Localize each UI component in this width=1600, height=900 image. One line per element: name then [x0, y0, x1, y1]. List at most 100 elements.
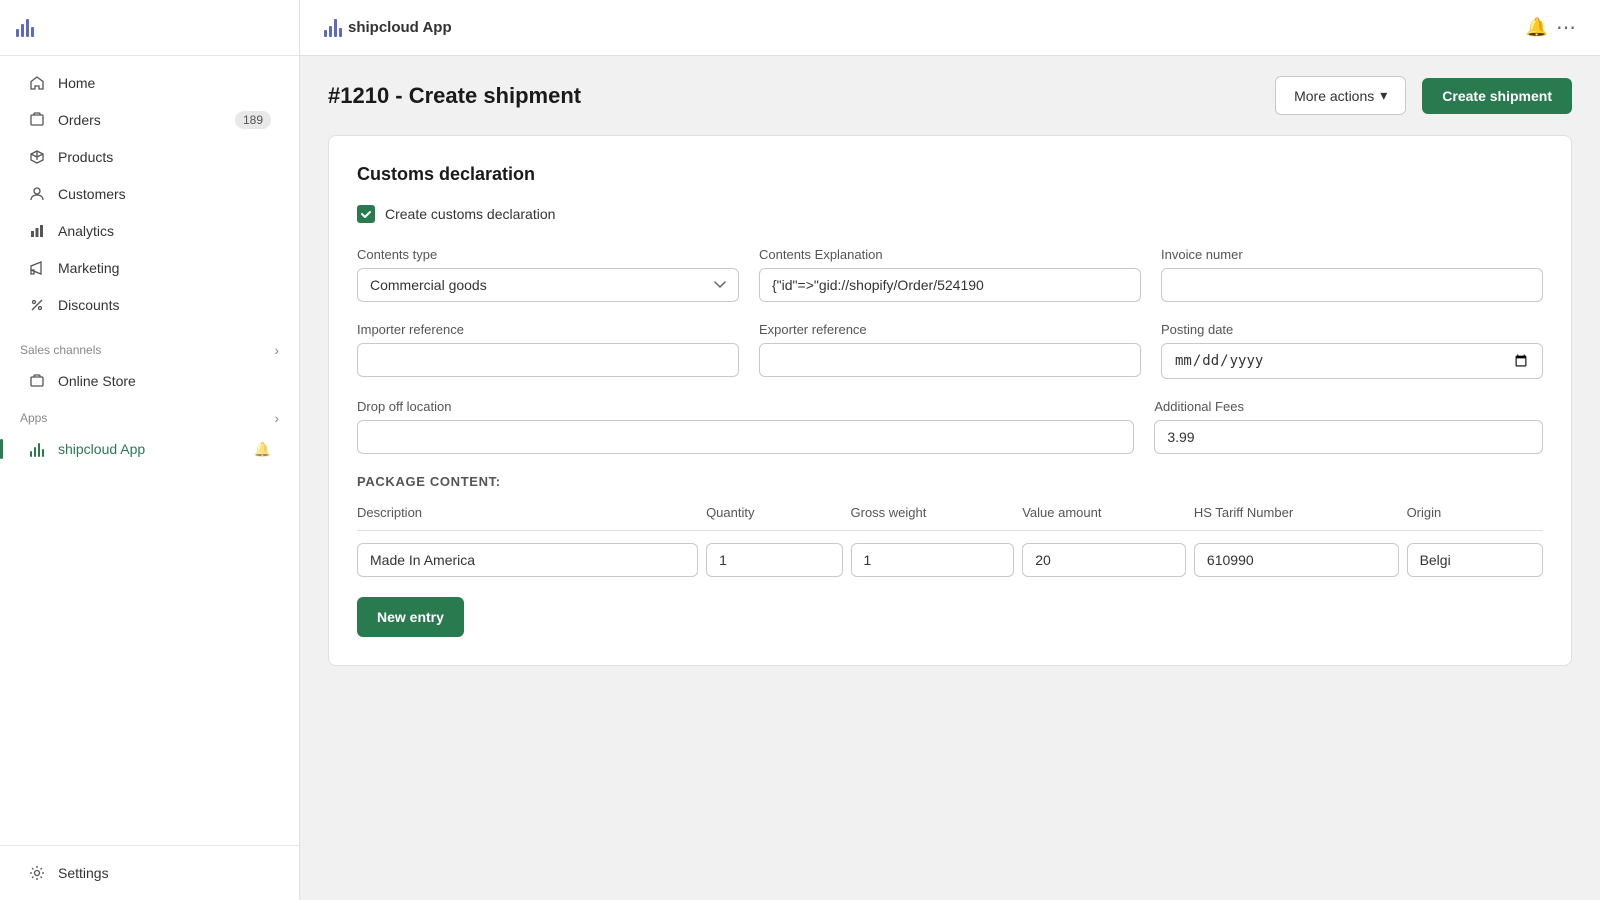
apps-label: Apps	[20, 411, 47, 425]
importer-reference-label: Importer reference	[357, 322, 739, 337]
row-quantity-input[interactable]	[706, 543, 842, 577]
sidebar-item-customers-label: Customers	[58, 186, 126, 202]
chevron-down-icon: ▾	[1380, 87, 1387, 104]
topbar-logo: shipcloud App	[324, 19, 452, 37]
sidebar-item-analytics[interactable]: Analytics	[8, 213, 291, 249]
home-icon	[28, 74, 46, 92]
row-hs-tariff-input[interactable]	[1194, 543, 1399, 577]
create-shipment-label: Create shipment	[1442, 88, 1552, 104]
package-table-header: Description Quantity Gross weight Value …	[357, 505, 1543, 531]
sidebar-item-shipcloud[interactable]: shipcloud App 🔔	[8, 431, 291, 467]
topbar: shipcloud App 🔔 ⋯	[300, 0, 1600, 56]
exporter-reference-input[interactable]	[759, 343, 1141, 377]
form-row-1: Contents type Commercial goods Documents…	[357, 247, 1543, 302]
new-entry-label: New entry	[377, 609, 444, 625]
row-value-amount-input[interactable]	[1022, 543, 1186, 577]
col-quantity: Quantity	[706, 505, 842, 520]
analytics-icon	[28, 222, 46, 240]
apps-chevron[interactable]: ›	[274, 410, 279, 426]
additional-fees-input[interactable]	[1154, 420, 1543, 454]
customers-icon	[28, 185, 46, 203]
products-icon	[28, 148, 46, 166]
create-shipment-button[interactable]: Create shipment	[1422, 78, 1572, 114]
content-area: Customs declaration Create customs decla…	[300, 135, 1600, 900]
more-icon[interactable]: ⋯	[1556, 15, 1576, 40]
sidebar-item-analytics-label: Analytics	[58, 223, 114, 239]
contents-type-group: Contents type Commercial goods Documents…	[357, 247, 739, 302]
sidebar-item-shipcloud-label: shipcloud App	[58, 441, 145, 457]
sidebar-item-home-label: Home	[58, 75, 95, 91]
importer-reference-input[interactable]	[357, 343, 739, 377]
settings-icon	[28, 864, 46, 882]
exporter-reference-group: Exporter reference	[759, 322, 1141, 379]
logo-icon	[16, 19, 34, 37]
page-header: #1210 - Create shipment More actions ▾ C…	[300, 56, 1600, 135]
sidebar-item-online-store-label: Online Store	[58, 373, 136, 389]
more-actions-label: More actions	[1294, 88, 1374, 104]
pin-icon[interactable]: 🔔	[254, 441, 271, 458]
page-title: #1210 - Create shipment	[328, 83, 1259, 109]
col-description: Description	[357, 505, 698, 520]
sidebar-item-settings[interactable]: Settings	[8, 855, 291, 891]
invoice-number-group: Invoice numer	[1161, 247, 1543, 302]
contents-explanation-input[interactable]	[759, 268, 1141, 302]
form-row-2: Importer reference Exporter reference Po…	[357, 322, 1543, 379]
col-hs-tariff: HS Tariff Number	[1194, 505, 1399, 520]
sidebar: Home Orders 189 Products Customers	[0, 0, 300, 900]
sidebar-item-customers[interactable]: Customers	[8, 176, 291, 212]
topbar-app-name: shipcloud App	[348, 19, 452, 36]
sidebar-item-discounts-label: Discounts	[58, 297, 119, 313]
main-content: shipcloud App 🔔 ⋯ #1210 - Create shipmen…	[300, 0, 1600, 900]
discounts-icon	[28, 296, 46, 314]
orders-icon	[28, 111, 46, 129]
contents-explanation-label: Contents Explanation	[759, 247, 1141, 262]
customs-declaration-title: Customs declaration	[357, 164, 1543, 185]
orders-badge: 189	[235, 111, 271, 129]
shipcloud-icon	[28, 440, 46, 458]
apps-section: Apps ›	[0, 400, 299, 430]
additional-fees-group: Additional Fees	[1154, 399, 1543, 454]
row-description-input[interactable]	[357, 543, 698, 577]
marketing-icon	[28, 259, 46, 277]
sidebar-item-orders[interactable]: Orders 189	[8, 102, 291, 138]
sidebar-logo	[16, 19, 34, 37]
online-store-icon	[28, 372, 46, 390]
sidebar-item-marketing[interactable]: Marketing	[8, 250, 291, 286]
create-customs-checkbox[interactable]	[357, 205, 375, 223]
additional-fees-label: Additional Fees	[1154, 399, 1543, 414]
sidebar-item-home[interactable]: Home	[8, 65, 291, 101]
drop-off-location-input[interactable]	[357, 420, 1134, 454]
exporter-reference-label: Exporter reference	[759, 322, 1141, 337]
new-entry-button[interactable]: New entry	[357, 597, 464, 637]
importer-reference-group: Importer reference	[357, 322, 739, 379]
sales-channels-section: Sales channels ›	[0, 332, 299, 362]
customs-declaration-card: Customs declaration Create customs decla…	[328, 135, 1572, 666]
contents-type-label: Contents type	[357, 247, 739, 262]
posting-date-input[interactable]	[1161, 343, 1543, 379]
sidebar-item-products[interactable]: Products	[8, 139, 291, 175]
contents-type-select[interactable]: Commercial goods Documents Gift Sample R…	[357, 268, 739, 302]
col-value-amount: Value amount	[1022, 505, 1186, 520]
row-gross-weight-input[interactable]	[851, 543, 1015, 577]
row-origin-input[interactable]	[1407, 543, 1543, 577]
sidebar-item-settings-label: Settings	[58, 865, 109, 881]
invoice-number-input[interactable]	[1161, 268, 1543, 302]
sidebar-item-orders-label: Orders	[58, 112, 101, 128]
invoice-number-label: Invoice numer	[1161, 247, 1543, 262]
form-row-3: Drop off location Additional Fees	[357, 399, 1543, 454]
sidebar-item-online-store[interactable]: Online Store	[8, 363, 291, 399]
create-customs-checkbox-row: Create customs declaration	[357, 205, 1543, 223]
create-customs-checkbox-label: Create customs declaration	[385, 206, 555, 222]
contents-explanation-group: Contents Explanation	[759, 247, 1141, 302]
posting-date-label: Posting date	[1161, 322, 1543, 337]
more-actions-button[interactable]: More actions ▾	[1275, 76, 1406, 115]
drop-off-location-group: Drop off location	[357, 399, 1134, 454]
sidebar-item-products-label: Products	[58, 149, 113, 165]
package-content-title: PACKAGE CONTENT:	[357, 474, 1543, 489]
sales-channels-chevron[interactable]: ›	[274, 342, 279, 358]
main-nav: Home Orders 189 Products Customers	[0, 56, 299, 332]
sidebar-item-discounts[interactable]: Discounts	[8, 287, 291, 323]
sidebar-header	[0, 0, 299, 56]
bell-icon[interactable]: 🔔	[1526, 17, 1548, 38]
sidebar-item-marketing-label: Marketing	[58, 260, 119, 276]
